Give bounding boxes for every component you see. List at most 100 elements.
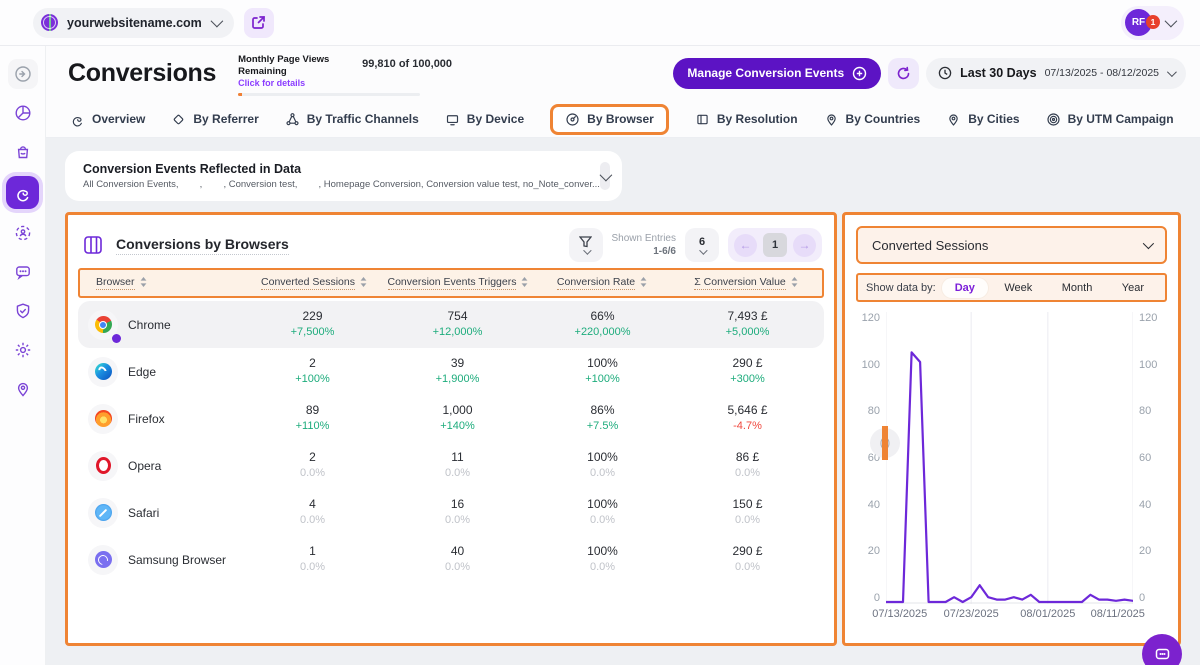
metric-value: 5,646 £	[675, 402, 820, 419]
metric-delta: 0.0%	[385, 513, 530, 529]
tab-overview[interactable]: Overview	[70, 112, 145, 127]
top-bar: yourwebsitename.com RF 1	[0, 0, 1200, 46]
page-size-selector[interactable]: 6	[685, 228, 719, 262]
quota-label: Monthly Page Views Remaining	[238, 54, 356, 78]
y-tick-label: 60	[1139, 452, 1165, 464]
table-columns-icon	[82, 234, 104, 256]
metric-cell: 100% 0.0%	[530, 543, 675, 576]
sidebar-item-orders[interactable]	[8, 137, 38, 167]
metric-value: 66%	[530, 308, 675, 325]
browser-icon-circle	[88, 404, 118, 434]
granularity-year[interactable]: Year	[1109, 278, 1157, 298]
sidebar-item-funnels[interactable]	[8, 218, 38, 248]
clock-icon	[938, 66, 952, 80]
column-label: Σ Conversion Value	[694, 276, 786, 290]
sidebar-item-dashboard[interactable]	[8, 98, 38, 128]
metric-cell: 5,646 £ -4.7%	[675, 402, 820, 435]
y-tick-label: 100	[856, 359, 880, 371]
metric-cell: 100% +100%	[530, 355, 675, 388]
referrer-icon	[171, 112, 186, 127]
column-header-2[interactable]: Conversion Events Triggers	[386, 276, 530, 290]
tab-by-utm-campaign[interactable]: By UTM Campaign	[1046, 112, 1174, 127]
y-tick-label: 120	[856, 312, 880, 324]
granularity-day[interactable]: Day	[942, 278, 988, 298]
metric-value: 2	[240, 355, 385, 372]
granularity-week[interactable]: Week	[991, 278, 1045, 298]
metric-cell: 754 +12,000%	[385, 308, 530, 341]
y-tick-label: 20	[1139, 545, 1165, 557]
x-tick-label: 08/11/2025	[1091, 608, 1145, 620]
metric-value: 1	[240, 543, 385, 560]
metric-cell: 2 0.0%	[240, 449, 385, 482]
table-header-row: BrowserConverted SessionsConversion Even…	[78, 268, 824, 298]
sidebar-item-conversions[interactable]	[6, 176, 39, 209]
metric-cell: 4 0.0%	[240, 496, 385, 529]
metric-value: 100%	[530, 496, 675, 513]
banner-expand-button[interactable]	[600, 162, 610, 190]
y-tick-label: 0	[856, 592, 880, 604]
browser-name: Opera	[128, 459, 161, 473]
sidebar-item-feedback[interactable]	[8, 257, 38, 287]
quota-progress-fill	[238, 93, 242, 97]
prev-page-button[interactable]: ←	[734, 234, 757, 257]
browser-cell: Opera	[82, 451, 240, 481]
next-page-button[interactable]: →	[793, 234, 816, 257]
table-row-samsung[interactable]: Samsung Browser 1 0.0% 40 0.0% 100% 0.0%…	[78, 536, 824, 583]
website-selector[interactable]: yourwebsitename.com	[33, 8, 234, 38]
quota-details-link[interactable]: Click for details	[238, 78, 356, 88]
manage-conversion-events-button[interactable]: Manage Conversion Events	[673, 58, 881, 89]
samsung-browser-icon	[95, 551, 112, 568]
granularity-month[interactable]: Month	[1049, 278, 1106, 298]
column-header-3[interactable]: Conversion Rate	[530, 276, 674, 290]
metric-cell: 1,000 +140%	[385, 402, 530, 435]
column-header-1[interactable]: Converted Sessions	[242, 276, 386, 290]
tab-label: By UTM Campaign	[1068, 112, 1174, 126]
metric-delta: 0.0%	[530, 560, 675, 576]
table-row-safari[interactable]: Safari 4 0.0% 16 0.0% 100% 0.0% 150 £ 0.…	[78, 489, 824, 536]
refresh-icon	[896, 66, 911, 81]
tab-by-browser[interactable]: By Browser	[550, 104, 669, 135]
refresh-button[interactable]	[888, 58, 919, 89]
table-row-chrome[interactable]: Chrome 229 +7,500% 754 +12,000% 66% +220…	[78, 301, 824, 348]
quota-value: 99,810 of 100,000	[362, 58, 452, 92]
report-tabs: Overview By Referrer By Traffic Channels By…	[46, 100, 1200, 138]
table-row-firefox[interactable]: Firefox 89 +110% 1,000 +140% 86% +7.5% 5…	[78, 395, 824, 442]
tab-by-referrer[interactable]: By Referrer	[171, 112, 258, 127]
x-tick-label: 07/23/2025	[944, 608, 999, 620]
sidebar-item-visitors[interactable]	[8, 374, 38, 404]
tab-by-traffic-channels[interactable]: By Traffic Channels	[285, 112, 419, 127]
browser-cell: Safari	[82, 498, 240, 528]
user-menu[interactable]: RF 1	[1121, 6, 1184, 40]
resolution-icon	[695, 112, 710, 127]
tab-by-countries[interactable]: By Countries	[824, 112, 921, 127]
filter-button[interactable]	[569, 228, 603, 262]
avatar-initials: RF	[1132, 17, 1145, 28]
banner-title: Conversion Events Reflected in Data	[83, 162, 600, 176]
shown-entries: Shown Entries 1-6/6	[612, 232, 676, 258]
browser-icon-circle	[88, 451, 118, 481]
chevron-down-icon	[1165, 15, 1178, 28]
tab-by-device[interactable]: By Device	[445, 112, 524, 127]
pie-chart-icon	[14, 104, 32, 122]
open-website-button[interactable]	[244, 8, 274, 38]
metric-delta: 0.0%	[675, 513, 820, 529]
metric-value: 39	[385, 355, 530, 372]
metric-dropdown[interactable]: Converted Sessions	[856, 226, 1167, 264]
sidebar-item-privacy[interactable]	[8, 296, 38, 326]
metric-cell: 100% 0.0%	[530, 496, 675, 529]
tab-by-cities[interactable]: By Cities	[946, 112, 1019, 127]
table-row-opera[interactable]: Opera 2 0.0% 11 0.0% 100% 0.0% 86 £ 0.0%	[78, 442, 824, 489]
column-header-0[interactable]: Browser	[84, 276, 242, 290]
date-range-selector[interactable]: Last 30 Days 07/13/2025 - 08/12/2025	[926, 58, 1186, 89]
x-axis-labels: 07/13/202507/23/202508/01/202508/11/2025	[886, 608, 1133, 624]
table-row-edge[interactable]: Edge 2 +100% 39 +1,900% 100% +100% 290 £…	[78, 348, 824, 395]
sort-icon	[640, 277, 647, 290]
tab-by-resolution[interactable]: By Resolution	[695, 112, 798, 127]
sidebar-collapse-button[interactable]	[8, 59, 38, 89]
sort-icon	[140, 277, 147, 290]
sidebar-item-settings[interactable]	[8, 335, 38, 365]
column-header-4[interactable]: Σ Conversion Value	[674, 276, 818, 290]
current-page[interactable]: 1	[763, 233, 787, 257]
metric-value: 290 £	[675, 543, 820, 560]
chevron-down-icon	[1143, 238, 1154, 249]
